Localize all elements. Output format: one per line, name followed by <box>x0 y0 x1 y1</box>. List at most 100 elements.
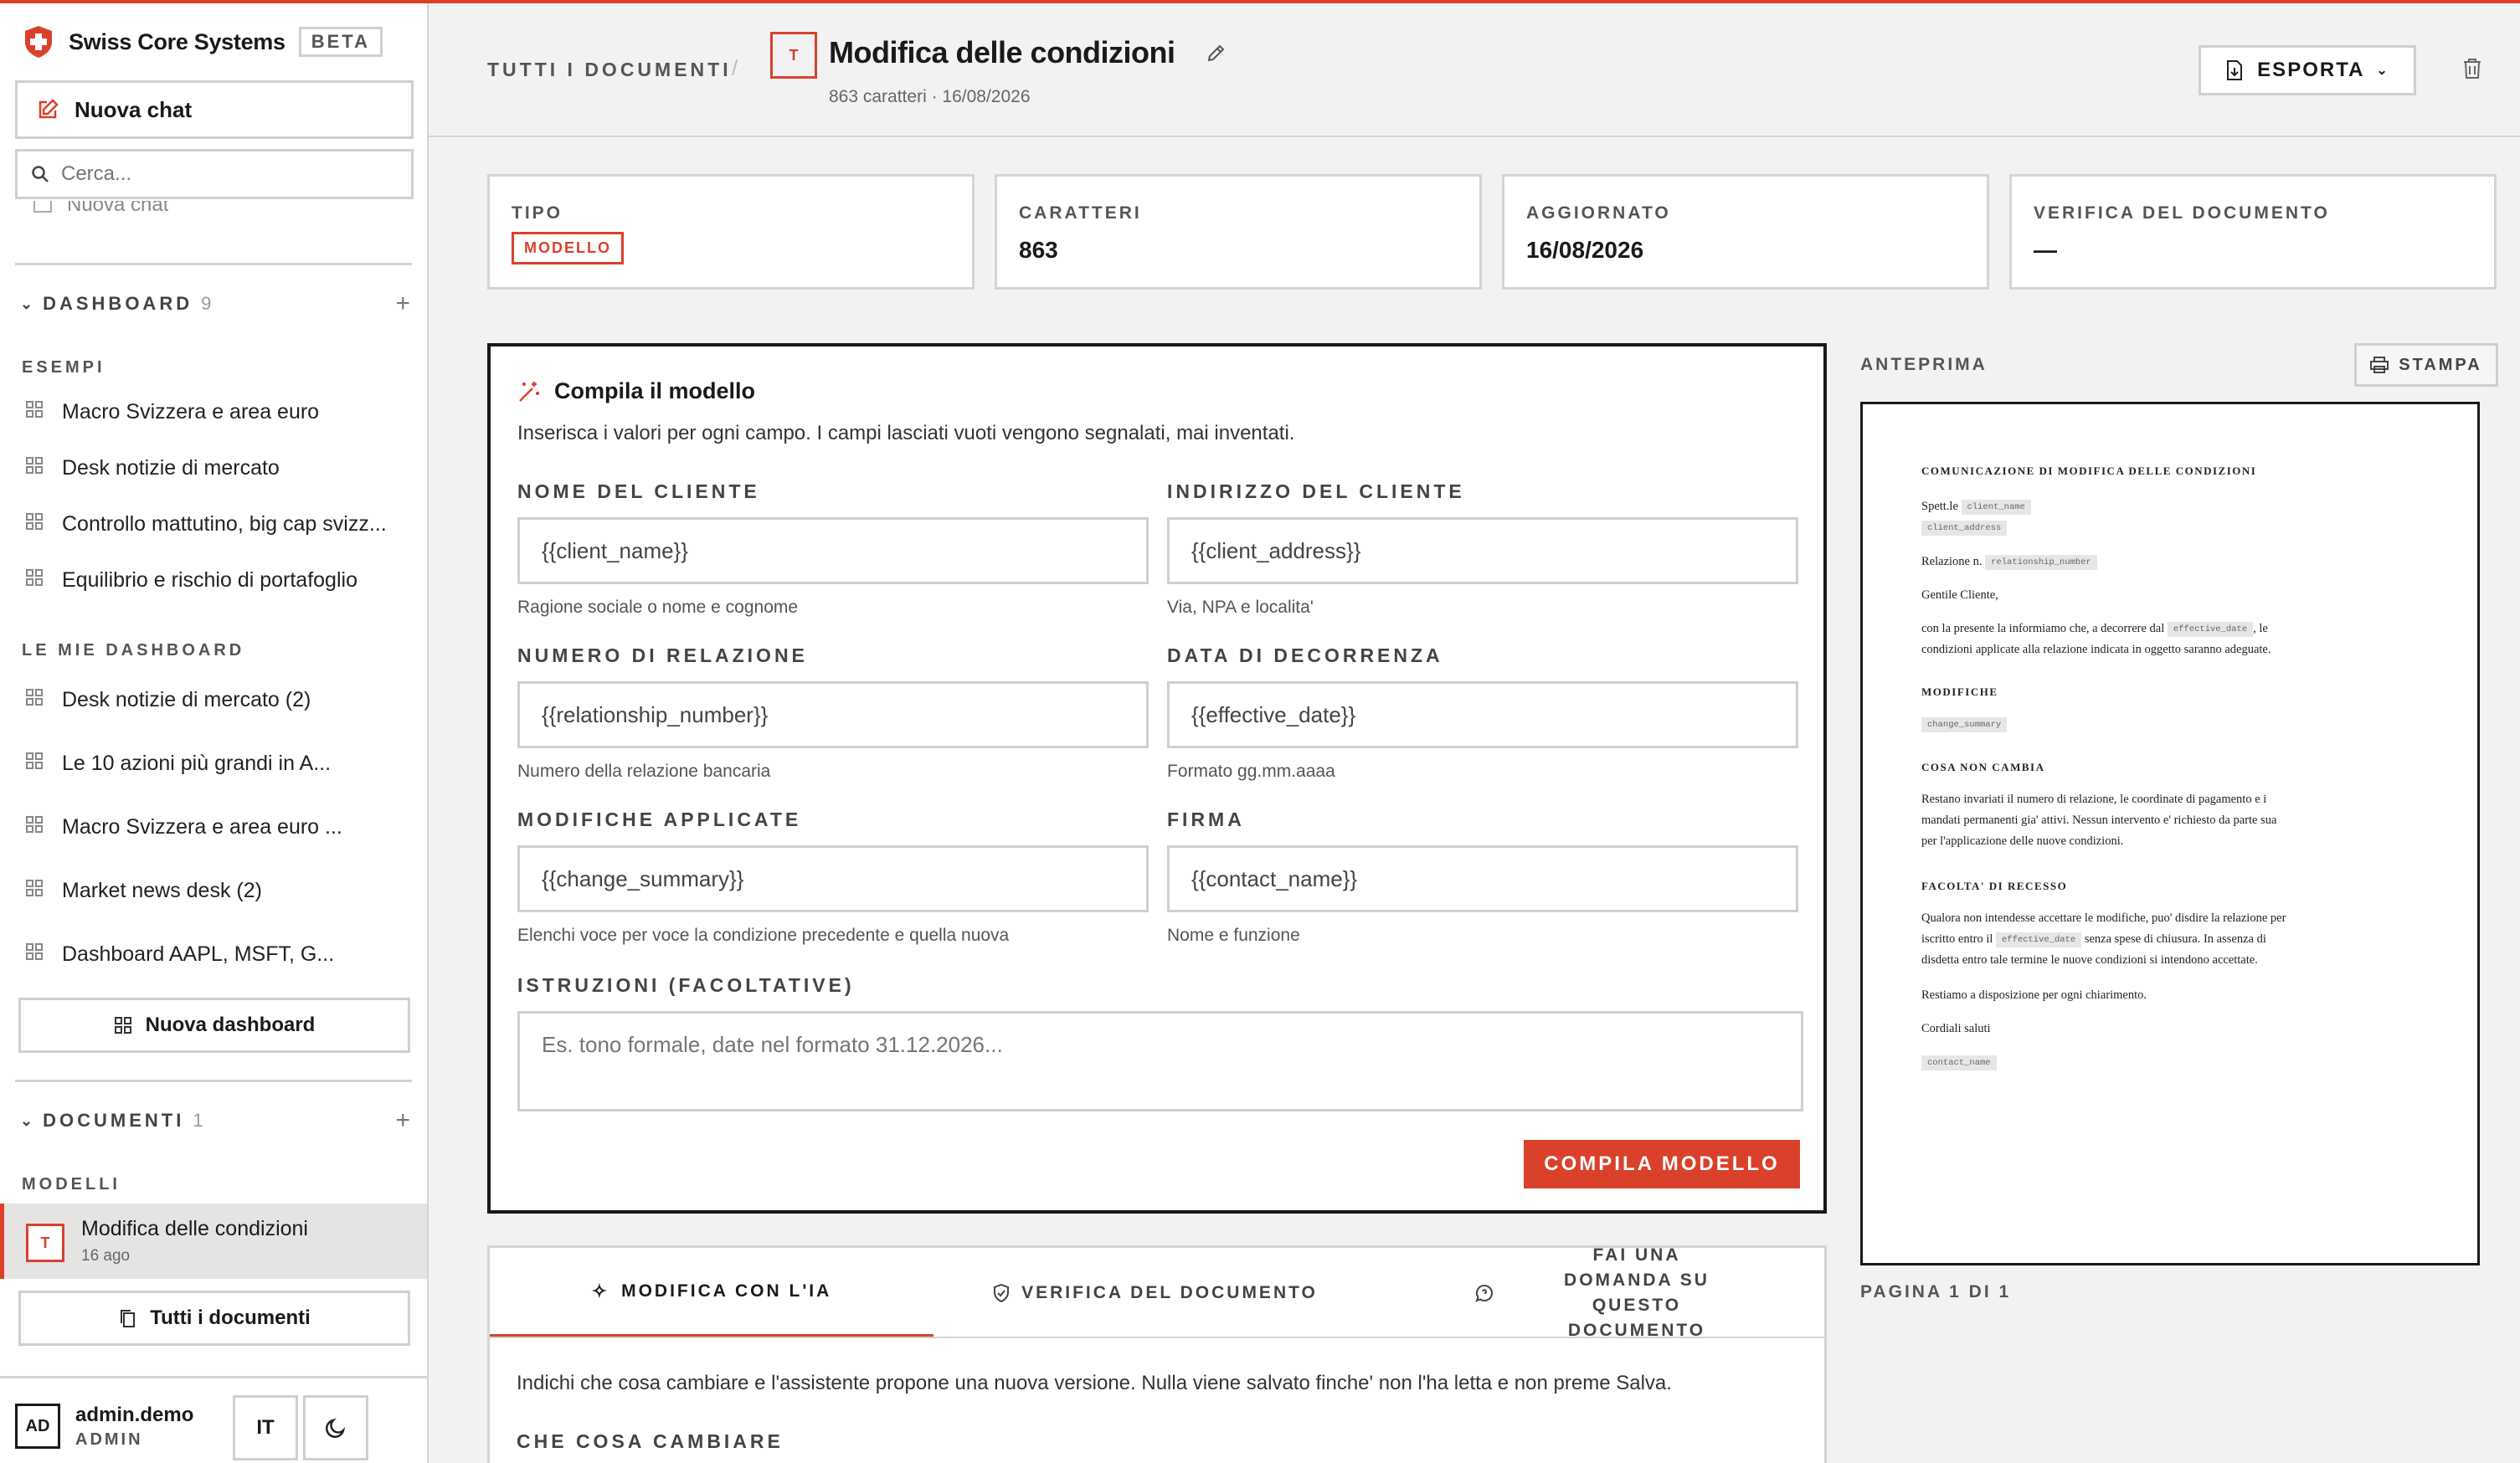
dashboard-grid-icon <box>25 688 44 712</box>
edit-ai-description: Indichi che cosa cambiare e l'assistente… <box>517 1372 1672 1394</box>
tab-verify-document[interactable]: VERIFICA DEL DOCUMENTO <box>933 1248 1377 1338</box>
dashboard-item-label: Macro Svizzera e area euro <box>62 400 320 424</box>
form-description: Inserisca i valori per ogni campo. I cam… <box>517 422 1295 444</box>
dashboard-grid-icon <box>25 752 44 776</box>
form-title: Compila il modello <box>554 378 756 403</box>
instructions-textarea[interactable] <box>517 1011 1803 1111</box>
sidebar-item-example-dashboard[interactable]: Equilibrio e rischio di portafoglio <box>25 568 410 593</box>
model-badge: MODELLO <box>512 232 624 264</box>
documents-section-header[interactable]: ⌄ DOCUMENTI 1 + <box>20 1106 414 1134</box>
client-name-input[interactable] <box>517 517 1149 584</box>
search-box[interactable] <box>15 149 414 199</box>
recent-chat-item[interactable]: Nuova chat <box>33 201 168 218</box>
user-panel: AD admin.demo ADMIN IT <box>0 1376 427 1463</box>
document-meta: 863 caratteri · 16/08/2026 <box>829 87 1031 106</box>
sidebar-item-example-dashboard[interactable]: Desk notizie di mercato <box>25 456 410 480</box>
verification-value: — <box>2034 237 2057 263</box>
grid-icon <box>114 1017 131 1034</box>
dashboard-count: 9 <box>201 293 212 314</box>
sidebar-item-my-dashboard[interactable]: Le 10 azioni più grandi in A... <box>25 752 410 776</box>
intro-text: con la presente la informiamo che, a dec… <box>1921 622 2165 635</box>
avatar[interactable]: AD <box>15 1404 60 1449</box>
sidebar-item-my-dashboard[interactable]: Dashboard AAPL, MSFT, G... <box>25 942 410 967</box>
relationship-number-label: NUMERO DI RELAZIONE <box>517 644 808 666</box>
all-documents-button[interactable]: Tutti i documenti <box>18 1291 410 1346</box>
document-tabs-panel: ✧ MODIFICA CON L'IA VERIFICA DEL DOCUMEN… <box>487 1245 1827 1463</box>
verification-card-label: VERIFICA DEL DOCUMENTO <box>2034 203 2330 223</box>
intro-text-b: , le <box>2253 622 2268 635</box>
characters-card: CARATTERI 863 <box>995 174 1482 290</box>
main-area: TUTTI I DOCUMENTI / T Modifica delle con… <box>429 3 2520 1463</box>
preview-withdraw-heading: FACOLTA' DI RECESSO <box>1921 880 2068 892</box>
new-dashboard-label: Nuova dashboard <box>145 1014 316 1036</box>
language-button[interactable]: IT <box>233 1395 298 1460</box>
document-item-selected[interactable]: T Modifica delle condizioni 16 ago <box>0 1204 427 1279</box>
updated-value: 16/08/2026 <box>1526 237 1644 263</box>
print-button[interactable]: STAMPA <box>2354 343 2498 387</box>
examples-group-label: ESEMPI <box>22 358 105 377</box>
compile-template-button[interactable]: COMPILA MODELLO <box>1524 1140 1800 1188</box>
signature-input[interactable] <box>1167 845 1798 912</box>
client-address-hint: Via, NPA e localita' <box>1167 598 1314 617</box>
copy-icon <box>121 1310 136 1327</box>
preview-signature: contact_name <box>1921 1052 2440 1073</box>
updated-card: AGGIORNATO 16/08/2026 <box>1502 174 1989 290</box>
add-dashboard-icon[interactable]: + <box>395 290 414 318</box>
dashboard-item-label: Desk notizie di mercato <box>62 456 280 480</box>
sidebar-item-my-dashboard[interactable]: Desk notizie di mercato (2) <box>25 688 410 712</box>
template-doc-icon: T <box>26 1224 64 1262</box>
dashboard-section-label: DASHBOARD <box>43 293 193 314</box>
sidebar-item-example-dashboard[interactable]: Controllo mattutino, big cap svizz... <box>25 512 410 536</box>
document-time: 16 ago <box>81 1247 131 1265</box>
sidebar-item-my-dashboard[interactable]: Market news desk (2) <box>25 879 410 903</box>
delete-trash-icon[interactable] <box>2461 57 2483 85</box>
export-button[interactable]: ESPORTA ⌄ <box>2199 45 2416 95</box>
sidebar: Swiss Core Systems BETA Nuova chat Nuova… <box>0 3 429 1463</box>
preview-changes-heading: MODIFICHE <box>1921 685 1998 698</box>
new-chat-button[interactable]: Nuova chat <box>15 80 414 139</box>
withdraw-line: disdetta entro tale termine le nuove con… <box>1921 953 2258 967</box>
client-address-input[interactable] <box>1167 517 1798 584</box>
relationship-number-hint: Numero della relazione bancaria <box>517 762 771 781</box>
rename-pencil-icon[interactable] <box>1206 44 1226 68</box>
beta-badge: BETA <box>298 27 383 57</box>
fill-template-form: Compila il modello Inserisca i valori pe… <box>487 343 1827 1214</box>
type-card-label: TIPO <box>512 203 563 223</box>
tabs-divider <box>490 1337 1826 1338</box>
breadcrumb-all-documents[interactable]: TUTTI I DOCUMENTI <box>487 59 732 81</box>
dashboard-grid-icon <box>25 568 44 593</box>
tab-ask-question[interactable]: FAI UNA DOMANDA SU QUESTO DOCUMENTO <box>1377 1245 1826 1340</box>
changes-hint: Elenchi voce per voce la condizione prec… <box>517 926 1010 945</box>
documents-count: 1 <box>193 1110 203 1131</box>
changes-input[interactable] <box>517 845 1149 912</box>
effective-date-input[interactable] <box>1167 681 1798 748</box>
add-document-icon[interactable]: + <box>395 1106 414 1135</box>
dashboard-grid-icon <box>25 815 44 839</box>
dashboard-grid-icon <box>25 456 44 480</box>
sparkle-icon: ✧ <box>591 1280 610 1301</box>
swiss-shield-icon <box>25 26 52 58</box>
sidebar-item-example-dashboard[interactable]: Macro Svizzera e area euro <box>25 400 410 424</box>
preview-salutation: Spett.le client_name client_address <box>1921 496 2440 538</box>
type-card: TIPO MODELLO <box>487 174 975 290</box>
new-chat-label: Nuova chat <box>75 96 193 122</box>
preview-relation: Relazione n. relationship_number <box>1921 552 2440 572</box>
updated-card-label: AGGIORNATO <box>1526 203 1671 223</box>
dashboard-item-label: Equilibrio e rischio di portafoglio <box>62 568 357 592</box>
characters-value: 863 <box>1019 237 1058 263</box>
search-input[interactable] <box>61 162 396 186</box>
placeholder-token: contact_name <box>1921 1055 1997 1070</box>
relationship-number-input[interactable] <box>517 681 1149 748</box>
template-doc-icon: T <box>770 32 817 79</box>
dashboard-grid-icon <box>25 879 44 903</box>
new-dashboard-button[interactable]: Nuova dashboard <box>18 998 410 1053</box>
theme-toggle-button[interactable] <box>303 1395 368 1460</box>
dashboard-item-label: Le 10 azioni più grandi in A... <box>62 752 332 775</box>
dashboard-item-label: Dashboard AAPL, MSFT, G... <box>62 942 335 966</box>
brand[interactable]: Swiss Core Systems BETA <box>23 25 383 59</box>
placeholder-token: client_address <box>1921 520 2008 536</box>
sidebar-item-my-dashboard[interactable]: Macro Svizzera e area euro ... <box>25 815 410 839</box>
dashboard-section-header[interactable]: ⌄ DASHBOARD 9 + <box>20 290 414 318</box>
tab-edit-with-ai[interactable]: ✧ MODIFICA CON L'IA <box>490 1248 933 1338</box>
page-title: Modifica delle condizioni <box>829 35 1175 69</box>
